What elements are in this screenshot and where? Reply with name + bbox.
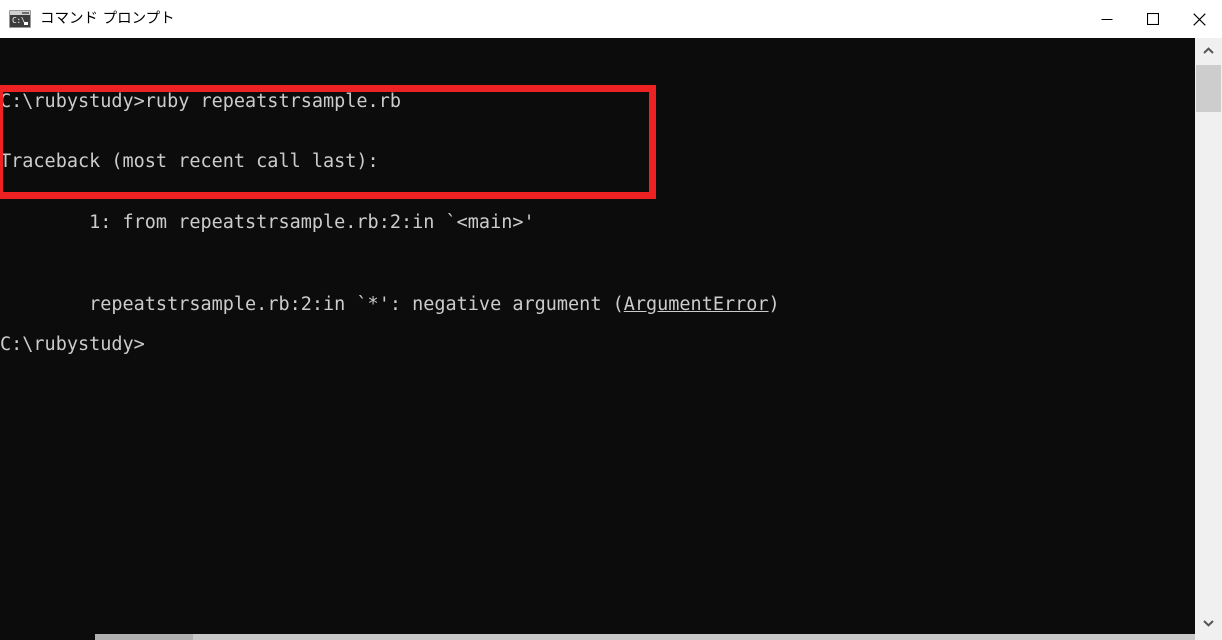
error-class-name: ArgumentError <box>623 293 769 315</box>
console-line-traceback-header: Traceback (most recent call last): <box>0 151 379 173</box>
close-button[interactable] <box>1176 0 1222 38</box>
cmd-icon: C:\ <box>9 10 31 28</box>
vertical-scrollbar-thumb[interactable] <box>1196 65 1221 112</box>
console-output-area[interactable]: C:\rubystudy>ruby repeatstrsample.rb Tra… <box>0 38 1222 640</box>
console-text-block: C:\rubystudy>ruby repeatstrsample.rb Tra… <box>0 51 1190 396</box>
horizontal-scrollbar-track[interactable] <box>95 634 1222 640</box>
error-line-prefix: repeatstrsample.rb:2:in `*': negative ar… <box>89 293 624 315</box>
vertical-scrollbar[interactable] <box>1195 38 1222 640</box>
cmd-icon-cursor <box>24 22 28 25</box>
horizontal-scrollbar-thumb[interactable] <box>95 634 193 640</box>
minimize-button[interactable] <box>1084 0 1130 38</box>
console-line-error: repeatstrsample.rb:2:in `*': negative ar… <box>0 274 1190 314</box>
window-controls <box>1084 0 1222 38</box>
title-bar-left: C:\ コマンド プロンプト <box>0 0 1084 38</box>
error-line-suffix: ) <box>768 293 780 315</box>
command-prompt-window: C:\ コマンド プロンプト C:\rubystudy>ruby repeats… <box>0 0 1222 640</box>
console-line-prompt: C:\rubystudy> <box>0 334 145 356</box>
title-bar[interactable]: C:\ コマンド プロンプト <box>0 0 1222 38</box>
console-line-traceback-frame: 1: from repeatstrsample.rb:2:in `<main>' <box>0 212 535 234</box>
console-line-command: C:\rubystudy>ruby repeatstrsample.rb <box>0 90 401 112</box>
scroll-up-arrow-icon[interactable] <box>1195 38 1222 64</box>
window-title: コマンド プロンプト <box>40 11 175 27</box>
horizontal-scrollbar[interactable] <box>0 634 1222 640</box>
scroll-down-arrow-icon[interactable] <box>1195 610 1222 636</box>
maximize-button[interactable] <box>1130 0 1176 38</box>
